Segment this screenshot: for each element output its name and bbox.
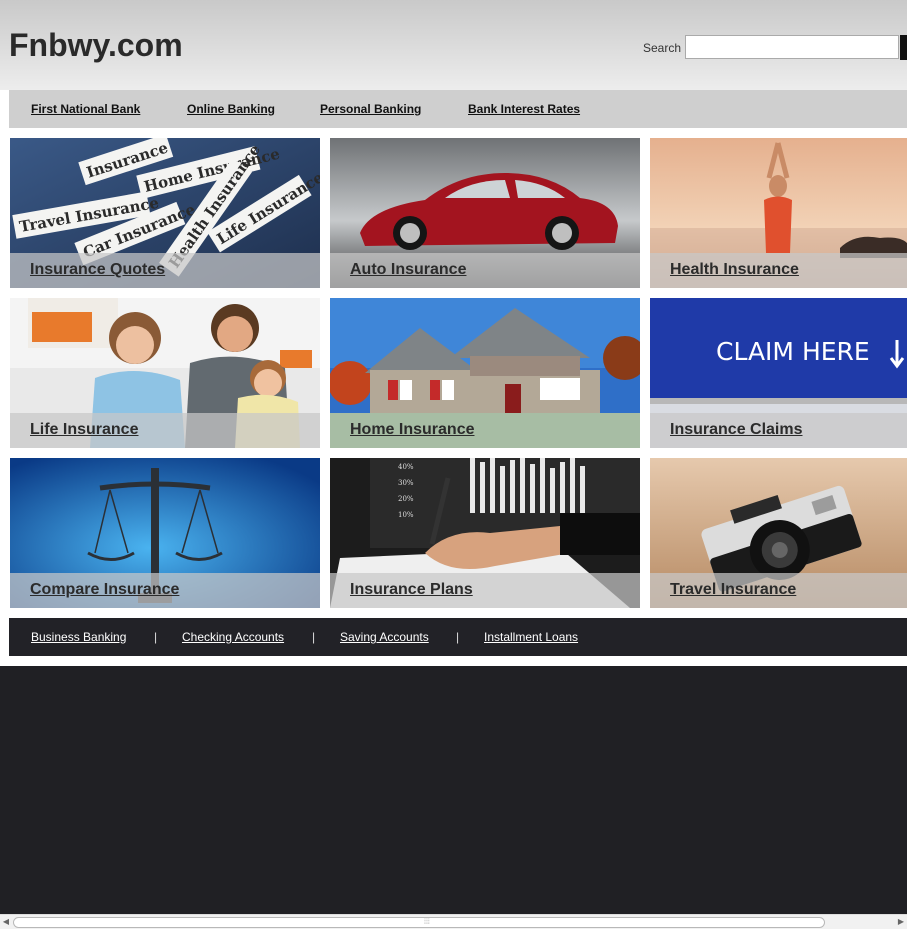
svg-text:40%: 40% xyxy=(398,463,414,471)
tile-link-health-insurance[interactable]: Health Insurance xyxy=(670,261,799,279)
svg-text:30%: 30% xyxy=(398,479,414,487)
footer-link-checking-accounts[interactable]: Checking Accounts xyxy=(182,630,284,644)
tile-caption: Health Insurance xyxy=(650,253,907,288)
nav-online-banking[interactable]: Online Banking xyxy=(187,102,275,116)
svg-text:20%: 20% xyxy=(398,495,414,503)
footer-separator: | xyxy=(456,630,460,644)
scrollbar-grip-icon: ⁞⁞⁞ xyxy=(424,919,430,926)
tile-compare-insurance[interactable]: Compare Insurance xyxy=(10,458,320,608)
tile-link-travel-insurance[interactable]: Travel Insurance xyxy=(670,581,796,599)
tile-travel-insurance[interactable]: Travel Insurance xyxy=(650,458,907,608)
tile-auto-insurance[interactable]: Auto Insurance xyxy=(330,138,640,288)
tile-insurance-quotes[interactable]: Insurance Home Insurance Travel Insuranc… xyxy=(10,138,320,288)
tile-link-home-insurance[interactable]: Home Insurance xyxy=(350,421,474,439)
tile-health-insurance[interactable]: Health Insurance xyxy=(650,138,907,288)
tile-link-compare-insurance[interactable]: Compare Insurance xyxy=(30,581,179,599)
footer-link-business-banking[interactable]: Business Banking xyxy=(31,630,126,644)
svg-text:CLAIM HERE: CLAIM HERE xyxy=(716,337,870,366)
footer-navigation: Business Banking | Checking Accounts | S… xyxy=(9,618,907,656)
tile-link-insurance-quotes[interactable]: Insurance Quotes xyxy=(30,261,165,279)
scrollbar-thumb[interactable]: ⁞⁞⁞ xyxy=(13,917,825,928)
scroll-right-arrow-icon[interactable]: ▶ xyxy=(895,915,907,929)
tile-caption: Travel Insurance xyxy=(650,573,907,608)
tile-caption: Life Insurance xyxy=(10,413,320,448)
search-input[interactable] xyxy=(685,35,899,59)
tile-link-auto-insurance[interactable]: Auto Insurance xyxy=(350,261,466,279)
search-button[interactable] xyxy=(900,35,907,60)
svg-text:10%: 10% xyxy=(398,511,414,519)
tile-insurance-plans[interactable]: 40% 30% 20% 10% Insurance Plans xyxy=(330,458,640,608)
tile-caption: Insurance Plans xyxy=(330,573,640,608)
tile-link-insurance-plans[interactable]: Insurance Plans xyxy=(350,581,473,599)
footer-link-saving-accounts[interactable]: Saving Accounts xyxy=(340,630,429,644)
tile-caption: Auto Insurance xyxy=(330,253,640,288)
tile-insurance-claims[interactable]: CLAIM HERE Insurance Claims xyxy=(650,298,907,448)
tile-link-life-insurance[interactable]: Life Insurance xyxy=(30,421,138,439)
tile-caption: Insurance Claims xyxy=(650,413,907,448)
page-background xyxy=(0,666,907,914)
footer-link-installment-loans[interactable]: Installment Loans xyxy=(484,630,578,644)
tile-home-insurance[interactable]: Home Insurance xyxy=(330,298,640,448)
horizontal-scrollbar[interactable]: ◀ ⁞⁞⁞ ▶ xyxy=(0,914,907,929)
scroll-left-arrow-icon[interactable]: ◀ xyxy=(0,915,12,929)
site-header: Fnbwy.com Search xyxy=(0,0,907,90)
footer-separator: | xyxy=(154,630,158,644)
tile-caption: Home Insurance xyxy=(330,413,640,448)
nav-personal-banking[interactable]: Personal Banking xyxy=(320,102,421,116)
site-logo[interactable]: Fnbwy.com xyxy=(9,27,183,64)
top-navigation: First National Bank Online Banking Perso… xyxy=(9,90,907,128)
nav-first-national-bank[interactable]: First National Bank xyxy=(31,102,140,116)
tile-link-insurance-claims[interactable]: Insurance Claims xyxy=(670,421,803,439)
nav-bank-interest-rates[interactable]: Bank Interest Rates xyxy=(468,102,580,116)
search-label: Search xyxy=(643,41,682,55)
tile-life-insurance[interactable]: Life Insurance xyxy=(10,298,320,448)
footer-separator: | xyxy=(312,630,316,644)
tile-caption: Insurance Quotes xyxy=(10,253,320,288)
tile-caption: Compare Insurance xyxy=(10,573,320,608)
